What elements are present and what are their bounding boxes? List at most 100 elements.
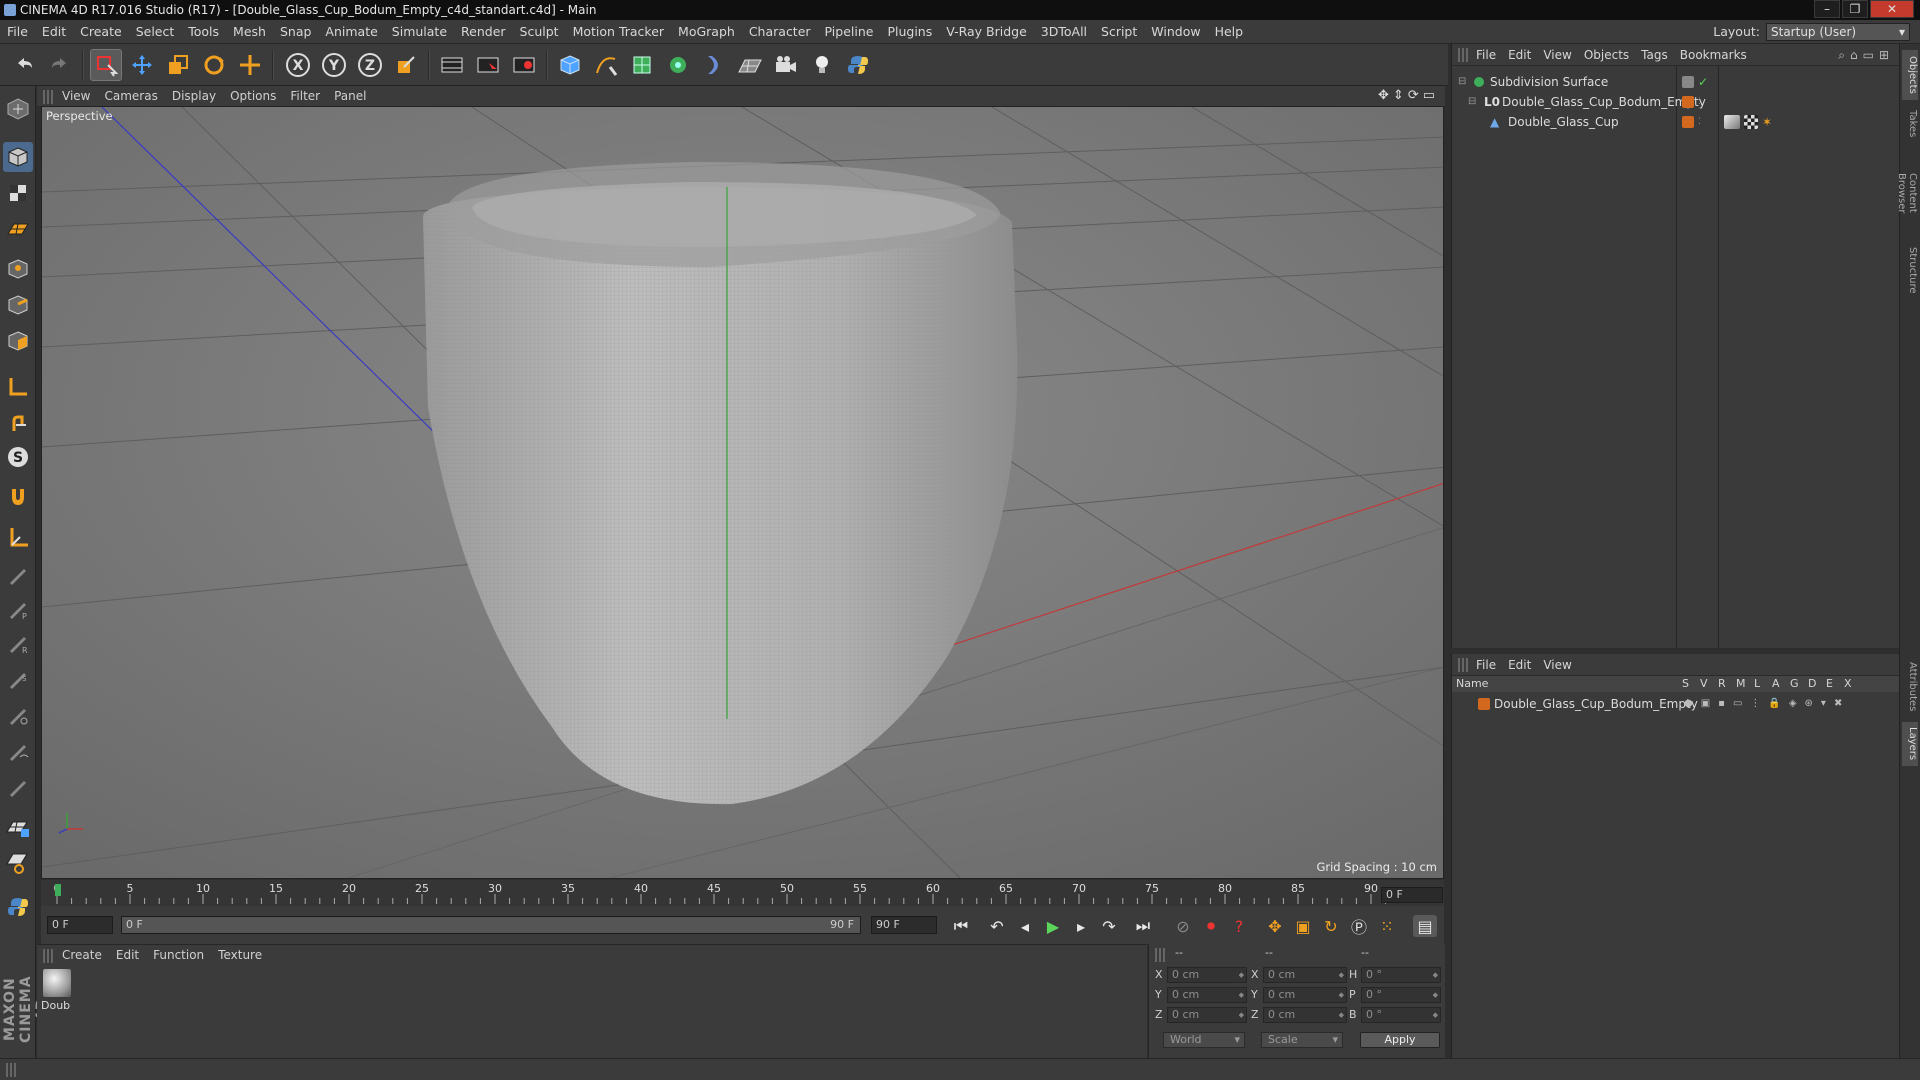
column-solo[interactable]: S (1682, 676, 1689, 692)
layer-tag-icon[interactable] (1682, 76, 1694, 88)
floor-icon[interactable] (734, 49, 766, 81)
redo-icon[interactable] (44, 49, 76, 81)
size-y-field[interactable]: 0 cm (1263, 987, 1347, 1003)
menu-pipeline[interactable]: Pipeline (818, 20, 881, 44)
column-animation[interactable]: A (1772, 676, 1780, 692)
bevel-icon[interactable]: R (3, 628, 33, 658)
viewport-menu-display[interactable]: Display (165, 86, 223, 106)
material-tag-icon[interactable] (1724, 115, 1740, 129)
column-generators[interactable]: G (1790, 676, 1799, 692)
cube-icon[interactable] (554, 49, 586, 81)
workplane-axis-icon[interactable] (3, 522, 33, 552)
lock-grid-icon[interactable] (3, 812, 33, 842)
make-editable-icon[interactable] (3, 94, 33, 124)
key-rotation-icon[interactable]: ↻ (1319, 915, 1343, 937)
snap-icon[interactable]: S (3, 442, 33, 472)
tab-takes[interactable]: Takes (1902, 104, 1918, 144)
menu-select[interactable]: Select (129, 20, 182, 44)
object-row[interactable]: ▲ Double_Glass_Cup ⁚ ✶ (1452, 112, 1900, 132)
perspective-viewport[interactable]: Perspective Grid Spacing : 10 cm (41, 106, 1444, 879)
timeline-ruler[interactable]: 051015202530354045505560657075808590 (41, 880, 1444, 906)
menu-snap[interactable]: Snap (273, 20, 318, 44)
layer-menu-view[interactable]: View (1537, 654, 1577, 676)
model-mode-icon[interactable] (3, 142, 33, 172)
sweep-icon[interactable] (3, 700, 33, 730)
points-mode-icon[interactable] (3, 254, 33, 284)
light-icon[interactable] (806, 49, 838, 81)
tab-attributes[interactable]: Attributes (1902, 656, 1918, 718)
tree-collapse-icon[interactable]: ⊟ (1458, 72, 1466, 92)
edit-render-settings-icon[interactable] (508, 49, 540, 81)
z-axis-lock-icon[interactable]: Z (354, 49, 386, 81)
menu-vray-bridge[interactable]: V-Ray Bridge (939, 20, 1034, 44)
loop-cut-icon[interactable]: P (3, 594, 33, 624)
tree-collapse-icon[interactable]: ⊟ (1468, 92, 1476, 112)
rot-p-field[interactable]: 0 ° (1361, 987, 1441, 1003)
key-pla-icon[interactable]: ⁙ (1375, 915, 1399, 937)
coordinate-mode-select[interactable]: World (1163, 1032, 1245, 1048)
panel-grip[interactable] (1458, 658, 1468, 672)
x-axis-lock-icon[interactable]: X (282, 49, 314, 81)
max-frame-field[interactable]: 90 F (871, 916, 937, 934)
subdivision-surface-icon[interactable] (626, 49, 658, 81)
texture-tag-icon[interactable] (1744, 115, 1758, 129)
panel-grip[interactable] (1155, 948, 1165, 962)
menu-3dtoall[interactable]: 3DToAll (1034, 20, 1094, 44)
tab-structure[interactable]: Structure (1902, 242, 1918, 298)
column-name[interactable]: Name (1456, 676, 1488, 692)
deformer-icon[interactable] (698, 49, 730, 81)
y-axis-lock-icon[interactable]: Y (318, 49, 350, 81)
object-manager-nav-icons[interactable]: ⌕⌂▭⊞ (1838, 44, 1894, 66)
maximize-button[interactable]: ❐ (1842, 0, 1868, 18)
last-tool-icon[interactable] (234, 49, 266, 81)
menu-render[interactable]: Render (454, 20, 513, 44)
menu-sculpt[interactable]: Sculpt (513, 20, 566, 44)
menu-tools[interactable]: Tools (181, 20, 226, 44)
motion-record-icon[interactable]: ⊘ (1171, 915, 1195, 937)
layer-row[interactable]: Double_Glass_Cup_Bodum_Empty ●▣▪▭⋮🔒◈⊛▾✖ (1452, 694, 1900, 714)
column-expressions[interactable]: E (1826, 676, 1833, 692)
python-script-icon[interactable] (3, 892, 33, 922)
size-z-field[interactable]: 0 cm (1263, 1007, 1347, 1023)
key-position-icon[interactable]: ✥ (1263, 915, 1287, 937)
material-menu-texture[interactable]: Texture (211, 945, 269, 965)
menu-file[interactable]: File (0, 20, 35, 44)
gear-icon[interactable] (3, 848, 33, 878)
tab-content-browser[interactable]: Content Browser (1896, 148, 1918, 238)
timeline-window-icon[interactable]: ▤ (1413, 915, 1437, 937)
panel-grip[interactable] (1458, 48, 1468, 62)
brush-icon[interactable] (3, 736, 33, 766)
viewport-menu-filter[interactable]: Filter (283, 86, 327, 106)
menu-mograph[interactable]: MoGraph (671, 20, 742, 44)
enabled-check-icon[interactable]: ✓ (1698, 72, 1708, 92)
menu-motion-tracker[interactable]: Motion Tracker (566, 20, 671, 44)
object-row[interactable]: ⊟ L0 Double_Glass_Cup_Bodum_Empty ⁚ (1452, 92, 1900, 112)
previous-key-icon[interactable]: ↶ (985, 915, 1009, 937)
close-button[interactable]: ✕ (1870, 0, 1914, 18)
apply-button[interactable]: Apply (1360, 1032, 1440, 1048)
menu-plugins[interactable]: Plugins (880, 20, 939, 44)
tab-layers[interactable]: Layers (1902, 722, 1918, 766)
column-manager[interactable]: M (1736, 676, 1746, 692)
autokey-icon[interactable]: ? (1227, 915, 1251, 937)
layer-toggle-icons[interactable]: ●▣▪▭⋮🔒◈⊛▾✖ (1684, 694, 1850, 714)
size-mode-select[interactable]: Scale (1261, 1032, 1343, 1048)
next-key-icon[interactable]: ↷ (1097, 915, 1121, 937)
material-menu-function[interactable]: Function (146, 945, 211, 965)
move-icon[interactable] (126, 49, 158, 81)
menu-help[interactable]: Help (1208, 20, 1251, 44)
column-view[interactable]: V (1700, 676, 1708, 692)
size-x-field[interactable]: 0 cm (1263, 967, 1347, 983)
pos-z-field[interactable]: 0 cm (1167, 1007, 1247, 1023)
menu-window[interactable]: Window (1144, 20, 1207, 44)
polygons-mode-icon[interactable] (3, 326, 33, 356)
scale-icon[interactable] (162, 49, 194, 81)
object-menu-view[interactable]: View (1537, 44, 1577, 66)
paint-icon[interactable] (3, 772, 33, 802)
menu-edit[interactable]: Edit (35, 20, 73, 44)
object-menu-edit[interactable]: Edit (1502, 44, 1537, 66)
menu-simulate[interactable]: Simulate (385, 20, 454, 44)
knife-icon[interactable] (3, 560, 33, 590)
visibility-dots-icon[interactable]: ⁚ (1698, 92, 1701, 112)
object-menu-bookmarks[interactable]: Bookmarks (1674, 44, 1753, 66)
